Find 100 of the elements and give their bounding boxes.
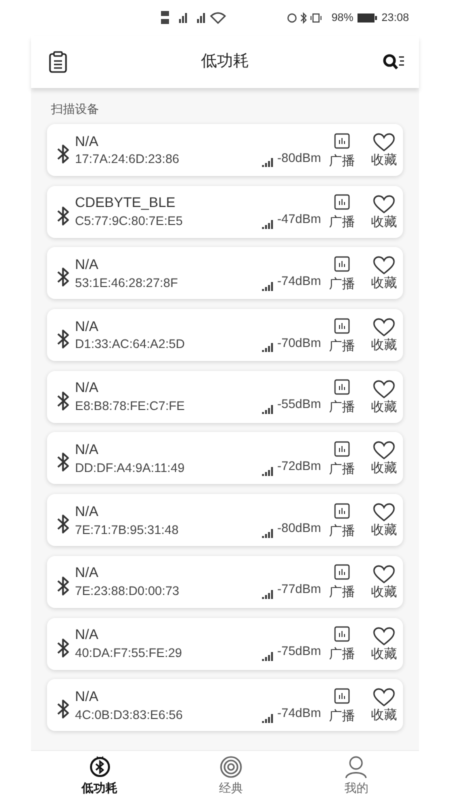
mac-address: D1:33:AC:64:A2:5D [75, 337, 185, 352]
heart-icon [373, 133, 395, 152]
device-name: N/A [75, 626, 100, 642]
favorite-button[interactable]: 收藏 [371, 194, 397, 229]
mac-address: 17:7A:24:6D:23:86 [75, 152, 180, 168]
broadcast-button[interactable]: 广播 [329, 502, 355, 538]
bluetooth-icon [55, 204, 71, 227]
broadcast-button[interactable]: 广播 [329, 318, 355, 353]
rssi-reading: -75dBm [277, 643, 321, 660]
signal-icon [262, 405, 274, 414]
signal-icon [262, 343, 274, 352]
clipboard-icon[interactable] [49, 51, 67, 73]
radar-icon [218, 754, 243, 778]
broadcast-button[interactable]: 广播 [329, 564, 355, 600]
nav-tab[interactable]: 低功耗 [82, 754, 118, 796]
device-name: N/A [75, 256, 100, 272]
bluetooth-icon [55, 636, 71, 658]
nav-tab[interactable]: 我的 [344, 754, 368, 796]
signal-icon [262, 282, 274, 291]
device-card[interactable]: N/A 7E:23:88:D0:00:73 -77dBm 广播 收藏 [47, 556, 403, 608]
broadcast-button[interactable]: 广播 [329, 688, 355, 723]
signal-icon [262, 714, 274, 723]
heart-icon [373, 564, 395, 584]
search-filter-icon[interactable] [383, 54, 405, 70]
bluetooth-icon [55, 574, 71, 597]
heart-icon [373, 626, 395, 646]
chart-icon [334, 379, 350, 396]
device-name: N/A [75, 564, 100, 580]
rssi-reading: -72dBm [277, 458, 321, 476]
device-name: N/A [75, 318, 100, 334]
heart-icon [373, 441, 395, 460]
device-card[interactable]: N/A E8:B8:78:FE:C7:FE -55dBm 广播 收藏 [47, 370, 403, 423]
battery-percent: 98% [331, 10, 354, 26]
broadcast-button[interactable]: 广播 [329, 256, 355, 291]
favorite-button[interactable]: 收藏 [371, 564, 397, 599]
chart-icon [334, 318, 350, 334]
device-card[interactable]: N/A 40:DA:F7:55:FE:29 -75dBm 广播 收藏 [47, 618, 403, 670]
clock-time: 23:08 [381, 10, 409, 26]
rssi-reading: -80dBm [277, 150, 321, 167]
heart-icon [373, 503, 395, 522]
broadcast-button[interactable]: 广播 [329, 194, 355, 230]
heart-icon [373, 194, 395, 214]
device-card[interactable]: N/A 4C:0B:D3:83:E6:56 -74dBm 广播 收藏 [47, 679, 403, 732]
battery-icon [357, 13, 378, 23]
page-title: 低功耗 [201, 52, 249, 72]
broadcast-button[interactable]: 广播 [329, 626, 355, 661]
favorite-button[interactable]: 收藏 [371, 318, 397, 352]
favorite-button[interactable]: 收藏 [371, 441, 397, 476]
chart-icon [334, 132, 350, 148]
signal-icon [262, 220, 274, 230]
nav-tab[interactable]: 经典 [218, 754, 243, 796]
signal-icon [262, 528, 274, 538]
device-card[interactable]: N/A 17:7A:24:6D:23:86 -80dBm 广播 收藏 [47, 124, 403, 176]
device-card[interactable]: N/A 53:1E:46:28:27:8F -74dBm 广播 收藏 [47, 247, 403, 300]
rssi-reading: -77dBm [277, 581, 321, 598]
signal-icon [262, 158, 274, 168]
heart-icon [373, 688, 395, 708]
signal-icon [262, 590, 274, 600]
device-name: N/A [75, 441, 100, 458]
rssi-reading: -74dBm [277, 704, 321, 722]
bluetooth-icon [55, 328, 71, 350]
bluetooth-icon [55, 266, 71, 288]
favorite-button[interactable]: 收藏 [371, 256, 397, 290]
device-card[interactable]: N/A DD:DF:A4:9A:11:49 -72dBm 广播 收藏 [47, 432, 403, 484]
broadcast-button[interactable]: 广播 [329, 379, 355, 414]
device-card[interactable]: N/A D1:33:AC:64:A2:5D -70dBm 广播 收藏 [47, 309, 403, 362]
broadcast-button[interactable]: 广播 [329, 132, 355, 168]
mac-address: C5:77:9C:80:7E:E5 [75, 214, 183, 230]
chart-icon [334, 626, 350, 642]
device-name: N/A [75, 688, 100, 704]
mac-address: 53:1E:46:28:27:8F [75, 276, 178, 291]
favorite-button[interactable]: 收藏 [371, 380, 397, 414]
heart-icon [373, 256, 395, 276]
rssi-reading: -47dBm [277, 211, 321, 228]
device-card[interactable]: CDEBYTE_BLE C5:77:9C:80:7E:E5 -47dBm 广播 收藏 [47, 186, 403, 238]
heart-icon [373, 318, 395, 338]
favorite-button[interactable]: 收藏 [371, 503, 397, 538]
signal-icon [262, 466, 274, 476]
mac-address: DD:DF:A4:9A:11:49 [75, 460, 185, 476]
chart-icon [334, 256, 350, 272]
device-card[interactable]: N/A 7E:71:7B:95:31:48 -80dBm 广播 收藏 [47, 494, 403, 546]
bluetooth-icon [55, 698, 71, 720]
broadcast-button[interactable]: 广播 [329, 440, 355, 476]
bluetooth-icon [55, 451, 71, 474]
bluetooth-icon [55, 390, 71, 412]
rssi-reading: -80dBm [277, 520, 321, 537]
section-label: 扫描设备 [51, 102, 99, 116]
favorite-button[interactable]: 收藏 [371, 133, 397, 167]
favorite-button[interactable]: 收藏 [371, 626, 397, 660]
bluetooth-icon [55, 143, 71, 165]
favorite-button[interactable]: 收藏 [371, 688, 397, 722]
device-name: N/A [75, 379, 100, 396]
chart-icon [334, 440, 350, 457]
signal-icon [262, 652, 274, 661]
rssi-reading: -70dBm [277, 334, 321, 352]
bluetooth-icon [88, 754, 112, 778]
rssi-reading: -55dBm [277, 396, 321, 414]
device-name: N/A [75, 132, 100, 149]
mac-address: 7E:71:7B:95:31:48 [75, 522, 179, 538]
chart-icon [334, 194, 350, 210]
